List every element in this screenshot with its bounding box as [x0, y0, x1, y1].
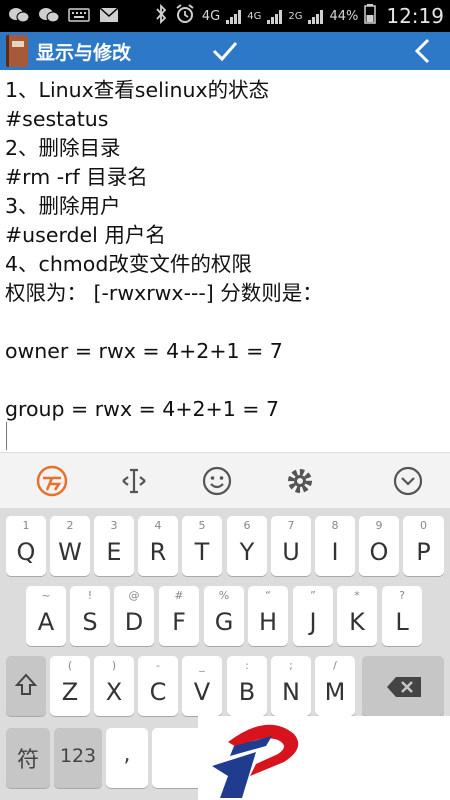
- alarm-icon: [174, 3, 196, 29]
- editor-line: group = rwx = 4+2+1 = 7: [5, 397, 280, 421]
- key-h[interactable]: “H: [248, 586, 288, 646]
- shift-icon: [14, 672, 38, 702]
- text-editor[interactable]: 1、Linux查看selinux的状态 #sestatus 2、删除目录 #rm…: [0, 70, 450, 452]
- network-type: 4G: [201, 8, 221, 24]
- backspace-icon: [386, 676, 422, 702]
- editor-line: 3、删除用户: [5, 194, 121, 218]
- key-y[interactable]: 6Y: [227, 516, 267, 576]
- key-m[interactable]: / M: [315, 656, 355, 716]
- key-s[interactable]: ! S: [70, 586, 110, 646]
- key-o[interactable]: 9O: [359, 516, 399, 576]
- key-j[interactable]: ” J: [293, 586, 333, 646]
- key-z[interactable]: (Z: [50, 656, 90, 716]
- signal-icon: [267, 8, 283, 24]
- keyboard-icon: [68, 5, 90, 25]
- key-c[interactable]: -C: [138, 656, 178, 716]
- key-u[interactable]: 7U: [271, 516, 311, 576]
- notebook-icon: [6, 35, 28, 67]
- status-bar: 4G 4G 2G 44% 12:19: [0, 0, 450, 32]
- backspace-key[interactable]: [362, 656, 444, 716]
- editor-line: 1、Linux查看selinux的状态: [5, 78, 270, 102]
- key-w[interactable]: 2W: [50, 516, 90, 576]
- wechat-icon: [8, 5, 30, 25]
- editor-line: #sestatus: [5, 107, 109, 131]
- key-b[interactable]: :B: [227, 656, 267, 716]
- key-t[interactable]: 5T: [182, 516, 222, 576]
- editor-line: #userdel 用户名: [5, 223, 166, 247]
- network-type: 4G: [247, 10, 262, 22]
- settings-icon[interactable]: [282, 463, 318, 499]
- key-p[interactable]: 0P: [403, 516, 444, 576]
- symbols-key[interactable]: 符: [6, 728, 50, 788]
- page-title: 显示与修改: [36, 42, 132, 64]
- signal-icon: [226, 8, 242, 24]
- editor-line: 权限为： [-rwxrwx---] 分数则是：: [5, 281, 323, 305]
- key-g[interactable]: % G: [204, 586, 244, 646]
- comma-key[interactable]: ,: [106, 728, 148, 788]
- signal-icon: [308, 8, 324, 24]
- key-i[interactable]: 8I: [315, 516, 355, 576]
- emoji-icon[interactable]: [199, 463, 235, 499]
- check-icon[interactable]: [210, 36, 240, 66]
- editor-line: #rm -rf 目录名: [5, 165, 148, 189]
- swype-icon[interactable]: [34, 463, 70, 499]
- shift-key[interactable]: [6, 656, 46, 716]
- text-cursor: [6, 422, 7, 450]
- keyboard-toolbar: [0, 452, 450, 508]
- hide-keyboard-icon[interactable]: [390, 463, 426, 499]
- key-k[interactable]: * K: [337, 586, 377, 646]
- key-n[interactable]: ; N: [271, 656, 311, 716]
- key-v[interactable]: _ V: [182, 656, 222, 716]
- editor-line: 4、chmod改变文件的权限: [5, 252, 252, 276]
- numbers-key[interactable]: 123: [54, 728, 102, 788]
- watermark-logo: [198, 716, 450, 800]
- key-d[interactable]: @ D: [114, 586, 154, 646]
- cursor-icon[interactable]: [116, 463, 152, 499]
- editor-line: 2、删除目录: [5, 136, 121, 160]
- key-r[interactable]: 4R: [138, 516, 178, 576]
- key-f[interactable]: # F: [159, 586, 199, 646]
- action-bar: 显示与修改: [0, 32, 450, 70]
- key-q[interactable]: 1Q: [6, 516, 46, 576]
- clock: 12:19: [386, 4, 444, 28]
- wechat-icon: [38, 5, 60, 25]
- battery-level: 44%: [329, 8, 359, 24]
- mail-icon: [98, 5, 120, 25]
- bluetooth-icon: [154, 3, 168, 28]
- key-e[interactable]: 3E: [94, 516, 134, 576]
- chevron-left-icon[interactable]: [408, 36, 438, 66]
- editor-line: owner = rwx = 4+2+1 = 7: [5, 339, 283, 363]
- key-l[interactable]: ? L: [382, 586, 422, 646]
- key-a[interactable]: ~ A: [26, 586, 66, 646]
- battery-icon: [364, 4, 377, 28]
- key-x[interactable]: ) X: [94, 656, 134, 716]
- network-type: 2G: [288, 10, 303, 22]
